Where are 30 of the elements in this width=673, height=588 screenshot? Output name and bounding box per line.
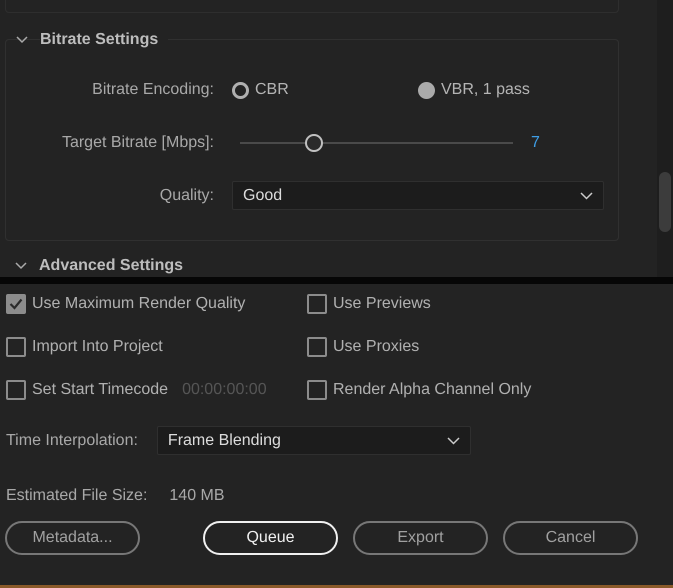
slider-thumb[interactable] <box>304 134 323 152</box>
chevron-down-icon <box>446 436 460 444</box>
field-label: Estimated File Size: <box>6 487 148 505</box>
checkbox[interactable]: Render Alpha Channel Only <box>307 380 532 400</box>
field-label: Quality: <box>158 186 214 204</box>
field-label: Bitrate Encoding: <box>91 81 214 99</box>
file-size-value: 140 MB <box>169 487 225 505</box>
chevron-icon[interactable] <box>16 36 28 44</box>
field-label: Time Interpolation: <box>6 432 138 450</box>
dialog-button[interactable]: Metadata... <box>5 521 140 555</box>
checkbox[interactable]: Import Into Project <box>6 337 163 357</box>
slider-track[interactable] <box>240 134 513 152</box>
checkbox[interactable]: Use Proxies <box>307 337 420 357</box>
dialog-button[interactable]: Queue <box>203 521 338 555</box>
slider-value[interactable]: 7 <box>531 134 540 152</box>
checkbox[interactable]: Use Previews <box>307 294 431 314</box>
field-label: Target Bitrate [Mbps]: <box>60 134 214 152</box>
quality-dropdown[interactable]: Good <box>232 181 604 210</box>
radio-option[interactable]: CBR <box>232 81 418 99</box>
dialog-button[interactable]: Cancel <box>503 521 638 555</box>
checkbox[interactable]: Use Maximum Render Quality <box>6 294 246 314</box>
checkbox[interactable]: Set Start Timecode <box>6 380 168 400</box>
chevron-icon[interactable] <box>15 262 27 270</box>
checkmark-icon <box>9 298 23 310</box>
interpolation-dropdown[interactable]: Frame Blending <box>156 426 471 455</box>
radio-option[interactable]: VBR, 1 pass <box>418 81 618 99</box>
scrollbar[interactable] <box>657 0 673 277</box>
chevron-down-icon <box>580 192 593 200</box>
section-title: Bitrate Settings <box>40 31 168 49</box>
dialog-button[interactable]: Export <box>353 521 488 555</box>
